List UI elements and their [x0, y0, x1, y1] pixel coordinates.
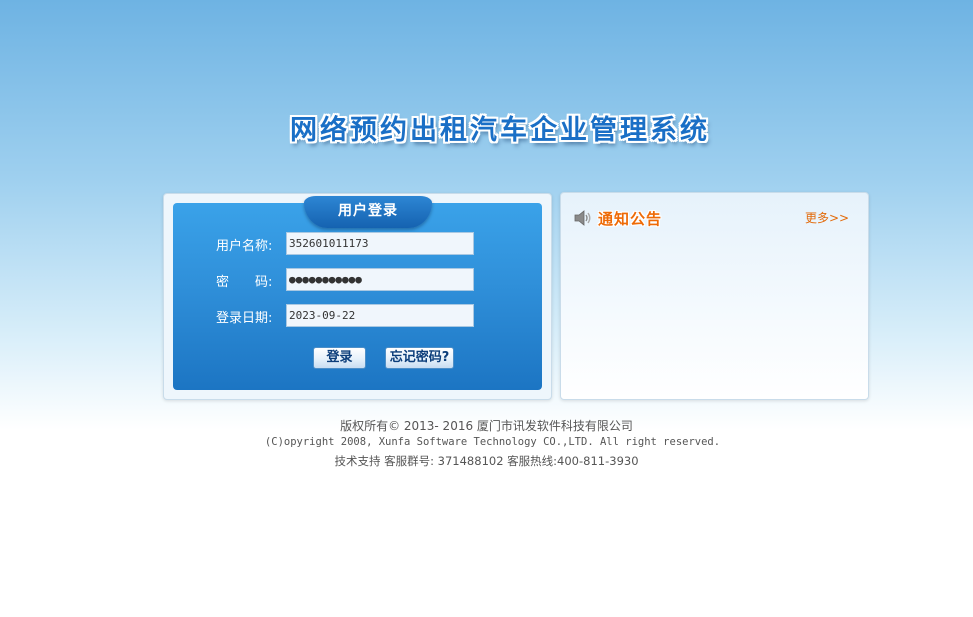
support-line: 技术支持 客服群号: 371488102 客服热线:400-811-3930	[334, 454, 639, 468]
notice-title: 通知公告	[598, 210, 663, 228]
username-label: 用户名称:	[216, 239, 273, 254]
password-input[interactable]	[286, 268, 474, 291]
login-button[interactable]: 登录	[313, 347, 366, 369]
page-title: 网络预约出租汽车企业管理系统	[290, 115, 710, 146]
password-label: 密 码:	[216, 275, 273, 290]
date-input[interactable]	[286, 304, 474, 327]
date-label: 登录日期:	[216, 311, 273, 326]
copyright-english-line: (C)opyright 2008, Xunfa Software Technol…	[264, 436, 721, 448]
copyright-line: 版权所有© 2013- 2016 厦门市讯发软件科技有限公司	[340, 419, 633, 433]
forgot-password-button[interactable]: 忘记密码?	[385, 347, 454, 369]
notice-panel: 通知公告 更多>>	[560, 192, 869, 400]
more-link[interactable]: 更多>>	[805, 209, 849, 226]
username-input[interactable]	[286, 232, 474, 255]
speaker-icon	[574, 210, 592, 226]
login-tab: 用户登录	[304, 196, 432, 228]
